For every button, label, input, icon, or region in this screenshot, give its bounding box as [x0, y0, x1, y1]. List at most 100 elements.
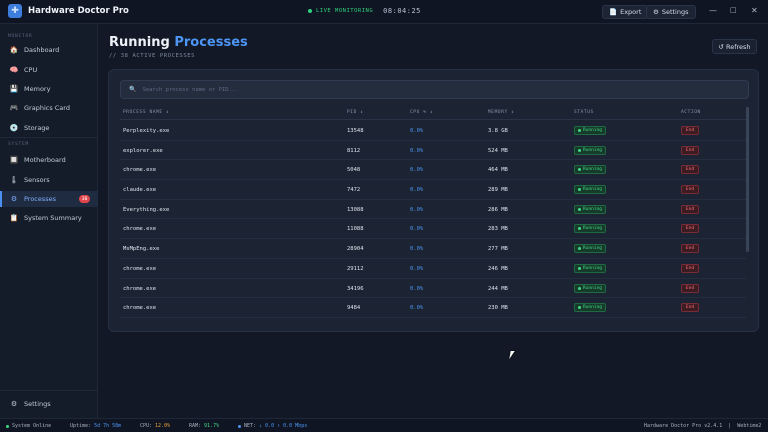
- table-row[interactable]: explorer.exe 8112 0.0% 524 MB Running End: [120, 141, 746, 161]
- table-row[interactable]: chrome.exe 9484 0.0% 230 MB Running End: [120, 298, 746, 318]
- process-memory: 524 MB: [488, 147, 508, 154]
- sidebar-item-motherboard[interactable]: 🔲 Motherboard: [0, 152, 98, 168]
- settings-label: Settings: [661, 8, 689, 16]
- process-pid: 34196: [347, 285, 364, 292]
- end-process-button[interactable]: End: [681, 244, 699, 254]
- ram-value: 91.7%: [204, 423, 220, 429]
- process-pid: 13548: [347, 128, 364, 134]
- status-label: Running: [583, 147, 602, 153]
- sidebar-item-label: Processes: [24, 195, 57, 203]
- table-row[interactable]: chrome.exe 29112 0.0% 246 MB Running End: [120, 259, 746, 279]
- memory-icon: 💾: [9, 85, 19, 93]
- table-scrollbar[interactable]: [746, 107, 749, 252]
- live-dot-icon: [308, 9, 312, 13]
- status-dot-icon: [578, 227, 581, 231]
- status-cpu: CPU: 12.0%: [140, 423, 170, 429]
- status-version: Hardware Doctor Pro v2.4.1 | Webtime2: [644, 423, 761, 429]
- process-cpu: 0.0%: [410, 285, 424, 292]
- process-name: Everything.exe: [123, 206, 170, 213]
- table-row[interactable]: chrome.exe 5048 0.0% 464 MB Running End: [120, 160, 746, 181]
- status-label: Running: [583, 265, 602, 271]
- sidebar-item-label: Settings: [24, 400, 51, 408]
- status-label: Running: [583, 167, 602, 173]
- status-dot-icon: [578, 148, 581, 152]
- sidebar-item-memory[interactable]: 💾 Memory: [0, 81, 98, 97]
- end-process-button[interactable]: End: [681, 204, 699, 214]
- cpu-icon: 🧠: [9, 66, 19, 74]
- process-pid: 28904: [347, 246, 364, 253]
- column-header-process-name[interactable]: PROCESS NAME ↕: [123, 110, 169, 115]
- sidebar-item-graphics-card[interactable]: 🎮 Graphics Card: [0, 100, 98, 116]
- minimize-button[interactable]: —: [709, 6, 717, 15]
- column-header-action: ACTION: [681, 110, 701, 115]
- process-cpu: 0.0%: [410, 246, 424, 253]
- sidebar-item-label: Memory: [24, 85, 51, 93]
- thermometer-icon: 🌡: [9, 176, 19, 184]
- process-panel: 🔍 PROCESS NAME ↕ PID ↕ CPU % ↕ MEMORY ↕ …: [108, 69, 759, 332]
- end-process-button[interactable]: End: [681, 165, 699, 175]
- sidebar-item-label: CPU: [24, 66, 38, 74]
- sidebar-divider: [0, 137, 98, 138]
- cpu-value: 12.0%: [155, 423, 171, 429]
- process-memory: 283 MB: [488, 226, 508, 233]
- maximize-button[interactable]: □: [730, 6, 737, 14]
- table-row[interactable]: Everything.exe 13088 0.0% 286 MB Running End: [120, 200, 746, 220]
- status-net: NET: ↓ 0.0 ↑ 0.0 Mbps: [238, 423, 307, 429]
- status-label: Running: [583, 285, 602, 291]
- clipboard-icon: 📋: [9, 214, 19, 222]
- close-button[interactable]: ✕: [751, 6, 758, 15]
- net-value: ↓ 0.0 ↑ 0.0 Mbps: [259, 423, 308, 429]
- column-header-memory[interactable]: MEMORY ↕: [488, 110, 514, 115]
- sidebar-item-label: Storage: [24, 124, 50, 132]
- process-cpu: 0.0%: [410, 167, 424, 174]
- gear-icon: ⚙: [10, 195, 18, 203]
- table-row[interactable]: claude.exe 7472 0.0% 289 MB Running End: [120, 180, 746, 200]
- sidebar-item-cpu[interactable]: 🧠 CPU: [0, 62, 98, 78]
- table-row[interactable]: chrome.exe 11088 0.0% 283 MB Running End: [120, 219, 746, 240]
- status-label: Running: [583, 305, 602, 311]
- process-cpu: 0.0%: [410, 206, 424, 213]
- search-input[interactable]: [142, 86, 743, 93]
- sidebar-item-processes[interactable]: ⚙ Processes 38: [0, 191, 98, 207]
- process-table-body: Perplexity.exe 13548 0.0% 3.8 GB Running End e…: [120, 121, 746, 318]
- process-name: chrome.exe: [123, 265, 157, 272]
- column-header-cpu[interactable]: CPU % ↕: [410, 110, 433, 115]
- title-bar: ✚ Hardware Doctor Pro LIVE MONITORING 08…: [0, 0, 768, 24]
- table-row[interactable]: MsMpEng.exe 28904 0.0% 277 MB Running End: [120, 239, 746, 259]
- refresh-button[interactable]: ↺ Refresh: [712, 39, 757, 54]
- status-badge: Running: [574, 303, 606, 313]
- sidebar-item-system-summary[interactable]: 📋 System Summary: [0, 210, 98, 226]
- column-header-pid[interactable]: PID ↕: [347, 110, 364, 115]
- end-process-button[interactable]: End: [681, 185, 699, 195]
- sidebar-item-settings[interactable]: ⚙ Settings: [0, 396, 98, 412]
- sidebar-item-dashboard[interactable]: 🏠 Dashboard: [0, 42, 98, 58]
- end-process-button[interactable]: End: [681, 283, 699, 293]
- gear-icon: ⚙: [653, 8, 659, 16]
- page-subtitle: // 38 ACTIVE PROCESSES: [109, 53, 196, 59]
- settings-button[interactable]: ⚙ Settings: [646, 5, 696, 19]
- process-pid: 5048: [347, 167, 361, 174]
- gamepad-icon: 🎮: [9, 104, 19, 112]
- sidebar-item-sensors[interactable]: 🌡 Sensors: [0, 172, 98, 188]
- process-cpu: 0.0%: [410, 226, 424, 233]
- online-dot-icon: [6, 424, 9, 428]
- process-cpu: 0.0%: [410, 187, 424, 194]
- table-row[interactable]: chrome.exe 34196 0.0% 244 MB Running End: [120, 279, 746, 299]
- home-icon: 🏠: [9, 46, 19, 54]
- disk-icon: 💿: [9, 124, 19, 132]
- search-box[interactable]: 🔍: [120, 80, 749, 99]
- end-process-button[interactable]: End: [681, 224, 699, 234]
- table-row[interactable]: Perplexity.exe 13548 0.0% 3.8 GB Running End: [120, 121, 746, 141]
- end-process-button[interactable]: End: [681, 145, 699, 155]
- end-process-button[interactable]: End: [681, 126, 699, 135]
- sidebar-item-storage[interactable]: 💿 Storage: [0, 120, 98, 136]
- net-label: NET:: [244, 423, 257, 429]
- status-badge: Running: [574, 204, 606, 214]
- end-process-button[interactable]: End: [681, 303, 699, 313]
- page-title-plain: Running: [109, 35, 170, 50]
- uptime-value: 5d 7h 58m: [94, 423, 122, 429]
- process-name: explorer.exe: [123, 147, 163, 154]
- export-button[interactable]: 📄 Export: [602, 5, 649, 19]
- page-title: Running Processes: [109, 35, 248, 50]
- end-process-button[interactable]: End: [681, 263, 699, 273]
